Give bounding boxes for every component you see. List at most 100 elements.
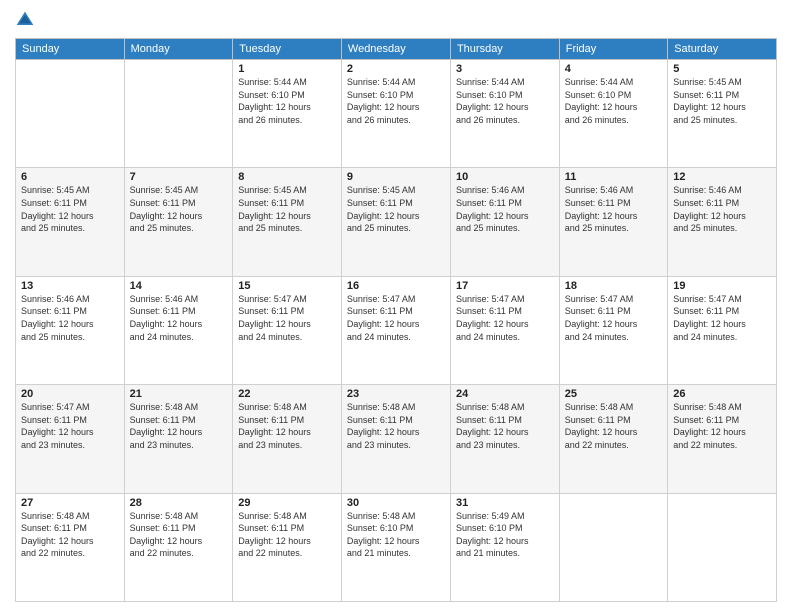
- calendar-cell: 14Sunrise: 5:46 AM Sunset: 6:11 PM Dayli…: [124, 276, 233, 384]
- day-number: 28: [130, 497, 228, 509]
- day-number: 26: [673, 388, 771, 400]
- day-number: 20: [21, 388, 119, 400]
- day-number: 17: [456, 280, 554, 292]
- day-info: Sunrise: 5:46 AM Sunset: 6:11 PM Dayligh…: [456, 184, 554, 234]
- calendar-week-2: 6Sunrise: 5:45 AM Sunset: 6:11 PM Daylig…: [16, 168, 777, 276]
- calendar-cell: 12Sunrise: 5:46 AM Sunset: 6:11 PM Dayli…: [668, 168, 777, 276]
- day-number: 30: [347, 497, 445, 509]
- day-info: Sunrise: 5:46 AM Sunset: 6:11 PM Dayligh…: [565, 184, 662, 234]
- day-info: Sunrise: 5:48 AM Sunset: 6:10 PM Dayligh…: [347, 510, 445, 560]
- calendar-cell: 31Sunrise: 5:49 AM Sunset: 6:10 PM Dayli…: [450, 493, 559, 601]
- day-number: 24: [456, 388, 554, 400]
- calendar-header-monday: Monday: [124, 39, 233, 60]
- calendar-cell: 21Sunrise: 5:48 AM Sunset: 6:11 PM Dayli…: [124, 385, 233, 493]
- day-info: Sunrise: 5:47 AM Sunset: 6:11 PM Dayligh…: [565, 293, 662, 343]
- day-info: Sunrise: 5:48 AM Sunset: 6:11 PM Dayligh…: [456, 401, 554, 451]
- logo: [15, 10, 39, 30]
- calendar-cell: 13Sunrise: 5:46 AM Sunset: 6:11 PM Dayli…: [16, 276, 125, 384]
- day-number: 1: [238, 63, 336, 75]
- calendar-week-4: 20Sunrise: 5:47 AM Sunset: 6:11 PM Dayli…: [16, 385, 777, 493]
- day-number: 16: [347, 280, 445, 292]
- day-number: 6: [21, 171, 119, 183]
- calendar-cell: 23Sunrise: 5:48 AM Sunset: 6:11 PM Dayli…: [341, 385, 450, 493]
- calendar-header-sunday: Sunday: [16, 39, 125, 60]
- day-info: Sunrise: 5:48 AM Sunset: 6:11 PM Dayligh…: [347, 401, 445, 451]
- day-info: Sunrise: 5:47 AM Sunset: 6:11 PM Dayligh…: [238, 293, 336, 343]
- day-number: 14: [130, 280, 228, 292]
- day-info: Sunrise: 5:47 AM Sunset: 6:11 PM Dayligh…: [21, 401, 119, 451]
- day-number: 4: [565, 63, 662, 75]
- day-info: Sunrise: 5:44 AM Sunset: 6:10 PM Dayligh…: [238, 76, 336, 126]
- calendar-cell: 29Sunrise: 5:48 AM Sunset: 6:11 PM Dayli…: [233, 493, 342, 601]
- calendar-cell: 8Sunrise: 5:45 AM Sunset: 6:11 PM Daylig…: [233, 168, 342, 276]
- day-info: Sunrise: 5:47 AM Sunset: 6:11 PM Dayligh…: [347, 293, 445, 343]
- day-number: 29: [238, 497, 336, 509]
- day-info: Sunrise: 5:45 AM Sunset: 6:11 PM Dayligh…: [347, 184, 445, 234]
- day-info: Sunrise: 5:45 AM Sunset: 6:11 PM Dayligh…: [130, 184, 228, 234]
- logo-icon: [15, 10, 35, 30]
- calendar-week-3: 13 Sunrise: 5:46 AM Sunset: 6:11 PM Dayli…: [16, 276, 777, 384]
- calendar-cell: 2Sunrise: 5:44 AM Sunset: 6:10 PM Daylig…: [341, 60, 450, 168]
- calendar-cell: 6Sunrise: 5:45 AM Sunset: 6:11 PM Daylig…: [16, 168, 125, 276]
- calendar-cell: 28Sunrise: 5:48 AM Sunset: 6:11 PM Dayli…: [124, 493, 233, 601]
- calendar-header-tuesday: Tuesday: [233, 39, 342, 60]
- calendar-cell: 4Sunrise: 5:44 AM Sunset: 6:10 PM Daylig…: [559, 60, 667, 168]
- day-number: 12: [673, 171, 771, 183]
- calendar-cell: [559, 493, 667, 601]
- calendar-cell: 19Sunrise: 5:47 AM Sunset: 6:11 PM Dayli…: [668, 276, 777, 384]
- calendar-cell: 10Sunrise: 5:46 AM Sunset: 6:11 PM Dayli…: [450, 168, 559, 276]
- day-info: Sunrise: 5:48 AM Sunset: 6:11 PM Dayligh…: [565, 401, 662, 451]
- day-number: 5: [673, 63, 771, 75]
- day-number: 31: [456, 497, 554, 509]
- day-info: Sunrise: 5:44 AM Sunset: 6:10 PM Dayligh…: [347, 76, 445, 126]
- calendar-header-row: SundayMondayTuesdayWednesdayThursdayFrid…: [16, 39, 777, 60]
- calendar-cell: 18Sunrise: 5:47 AM Sunset: 6:11 PM Dayli…: [559, 276, 667, 384]
- day-info: Sunrise: 5:48 AM Sunset: 6:11 PM Dayligh…: [238, 401, 336, 451]
- day-number: 19: [673, 280, 771, 292]
- day-number: 8: [238, 171, 336, 183]
- calendar-cell: 25Sunrise: 5:48 AM Sunset: 6:11 PM Dayli…: [559, 385, 667, 493]
- calendar-header-thursday: Thursday: [450, 39, 559, 60]
- calendar-week-1: 1Sunrise: 5:44 AM Sunset: 6:10 PM Daylig…: [16, 60, 777, 168]
- day-number: 23: [347, 388, 445, 400]
- day-info: Sunrise: 5:48 AM Sunset: 6:11 PM Dayligh…: [673, 401, 771, 451]
- calendar-cell: 7Sunrise: 5:45 AM Sunset: 6:11 PM Daylig…: [124, 168, 233, 276]
- header: [15, 10, 777, 30]
- day-number: 13: [21, 280, 119, 292]
- day-info: Sunrise: 5:45 AM Sunset: 6:11 PM Dayligh…: [673, 76, 771, 126]
- day-number: 11: [565, 171, 662, 183]
- calendar-cell: 1Sunrise: 5:44 AM Sunset: 6:10 PM Daylig…: [233, 60, 342, 168]
- calendar-cell: 17Sunrise: 5:47 AM Sunset: 6:11 PM Dayli…: [450, 276, 559, 384]
- day-info: Sunrise: 5:44 AM Sunset: 6:10 PM Dayligh…: [456, 76, 554, 126]
- day-info: Sunrise: 5:45 AM Sunset: 6:11 PM Dayligh…: [21, 184, 119, 234]
- page: SundayMondayTuesdayWednesdayThursdayFrid…: [0, 0, 792, 612]
- day-info: Sunrise: 5:44 AM Sunset: 6:10 PM Dayligh…: [565, 76, 662, 126]
- calendar-cell: 30Sunrise: 5:48 AM Sunset: 6:10 PM Dayli…: [341, 493, 450, 601]
- day-info: Sunrise: 5:46 AM Sunset: 6:11 PM Dayligh…: [130, 293, 228, 343]
- day-info: Sunrise: 5:48 AM Sunset: 6:11 PM Dayligh…: [21, 510, 119, 560]
- calendar-cell: 9Sunrise: 5:45 AM Sunset: 6:11 PM Daylig…: [341, 168, 450, 276]
- calendar-table: SundayMondayTuesdayWednesdayThursdayFrid…: [15, 38, 777, 602]
- day-number: 27: [21, 497, 119, 509]
- calendar-cell: 16Sunrise: 5:47 AM Sunset: 6:11 PM Dayli…: [341, 276, 450, 384]
- day-info: Sunrise: 5:48 AM Sunset: 6:11 PM Dayligh…: [130, 401, 228, 451]
- calendar-cell: 3Sunrise: 5:44 AM Sunset: 6:10 PM Daylig…: [450, 60, 559, 168]
- calendar-cell: [16, 60, 125, 168]
- calendar-cell: 22Sunrise: 5:48 AM Sunset: 6:11 PM Dayli…: [233, 385, 342, 493]
- day-info: Sunrise: 5:49 AM Sunset: 6:10 PM Dayligh…: [456, 510, 554, 560]
- day-info: Sunrise: 5:48 AM Sunset: 6:11 PM Dayligh…: [130, 510, 228, 560]
- day-number: 7: [130, 171, 228, 183]
- day-number: 10: [456, 171, 554, 183]
- day-info: Sunrise: 5:46 AM Sunset: 6:11 PM Dayligh…: [673, 184, 771, 234]
- day-info: Sunrise: 5:45 AM Sunset: 6:11 PM Dayligh…: [238, 184, 336, 234]
- calendar-cell: [668, 493, 777, 601]
- calendar-cell: [124, 60, 233, 168]
- day-info: Sunrise: 5:47 AM Sunset: 6:11 PM Dayligh…: [456, 293, 554, 343]
- day-number: 21: [130, 388, 228, 400]
- calendar-week-5: 27Sunrise: 5:48 AM Sunset: 6:11 PM Dayli…: [16, 493, 777, 601]
- calendar-cell: 15Sunrise: 5:47 AM Sunset: 6:11 PM Dayli…: [233, 276, 342, 384]
- day-info: Sunrise: 5:47 AM Sunset: 6:11 PM Dayligh…: [673, 293, 771, 343]
- day-number: 2: [347, 63, 445, 75]
- calendar-cell: 26Sunrise: 5:48 AM Sunset: 6:11 PM Dayli…: [668, 385, 777, 493]
- day-number: 18: [565, 280, 662, 292]
